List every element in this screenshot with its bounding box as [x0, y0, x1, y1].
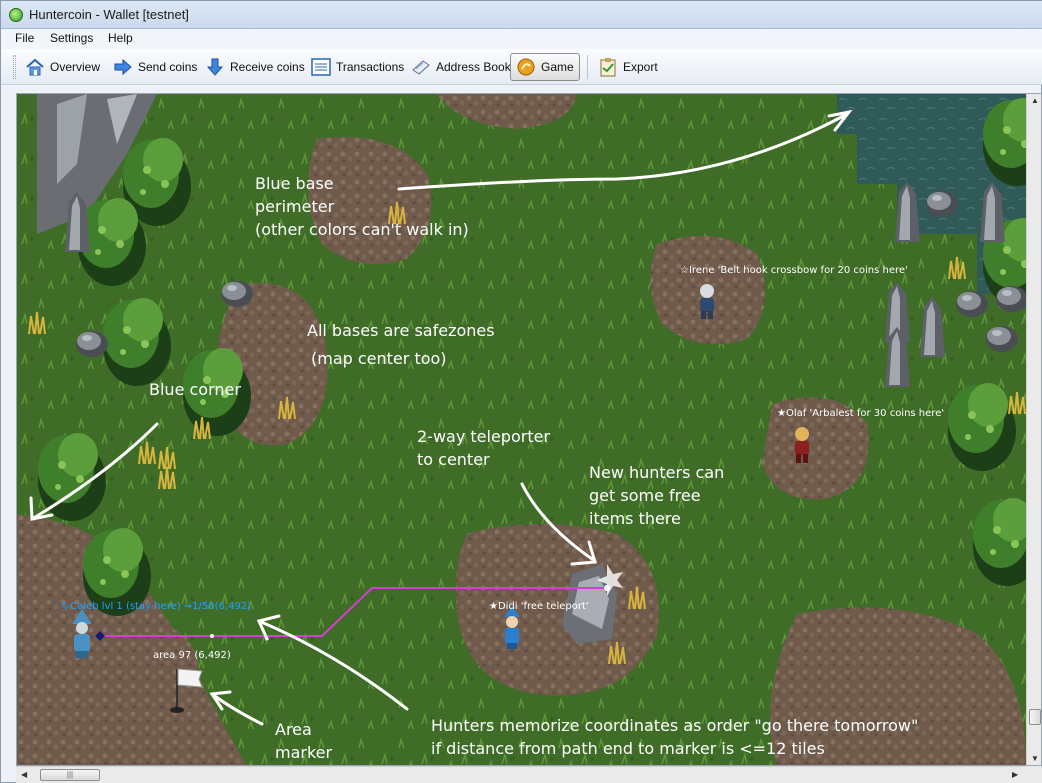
- annotation-safezones: All bases are safezones: [307, 321, 495, 340]
- send-coins-button[interactable]: Send coins: [108, 53, 202, 81]
- overview-label: Overview: [50, 60, 101, 74]
- address-book-button[interactable]: Address Book: [406, 53, 516, 81]
- horizontal-scroll-thumb[interactable]: |||: [40, 769, 100, 781]
- menu-help[interactable]: Help: [108, 31, 133, 45]
- player-label-didi[interactable]: ★Didi 'free teleport': [489, 601, 589, 612]
- scrollbar-corner: [1025, 766, 1042, 783]
- window-title: Huntercoin - Wallet [testnet]: [29, 7, 189, 22]
- toolbar-separator: [587, 55, 588, 79]
- export-button[interactable]: Export: [593, 53, 663, 81]
- annotation-free-items: New hunters can get some free items ther…: [589, 463, 725, 528]
- annotation-area-marker: Area marker: [275, 720, 333, 762]
- menu-file[interactable]: File: [15, 31, 34, 45]
- vertical-scrollbar[interactable]: ▲ ▼: [1026, 94, 1041, 765]
- menu-bar: File Settings Help: [1, 29, 1042, 49]
- send-coins-label: Send coins: [138, 60, 198, 74]
- game-map[interactable]: Blue base perimeter (other colors can't …: [17, 94, 1026, 765]
- vertical-scroll-thumb[interactable]: [1029, 709, 1041, 725]
- game-button[interactable]: Game: [510, 53, 580, 81]
- transactions-button[interactable]: Transactions: [306, 53, 409, 81]
- receive-coins-button[interactable]: Receive coins: [200, 53, 310, 81]
- overview-button[interactable]: Overview: [20, 53, 105, 81]
- list-icon: [311, 58, 331, 76]
- annotation-blue-base: Blue base perimeter (other colors can't …: [255, 174, 469, 239]
- area-marker-label: area 97 (6,492): [153, 650, 231, 661]
- address-book-icon: [412, 60, 430, 75]
- player-label-irene[interactable]: ☆Irene 'Belt hook crossbow for 20 coins …: [680, 265, 908, 276]
- transactions-label: Transactions: [336, 60, 405, 74]
- game-label: Game: [541, 60, 574, 74]
- scroll-right-arrow-icon[interactable]: ▶: [1012, 770, 1018, 779]
- receive-coins-label: Receive coins: [230, 60, 305, 74]
- scroll-left-arrow-icon[interactable]: ◀: [21, 770, 27, 779]
- scroll-down-arrow-icon[interactable]: ▼: [1031, 754, 1039, 763]
- huntercoin-game-icon: [517, 58, 535, 76]
- annotation-teleporter: 2-way teleporter to center: [417, 427, 551, 469]
- annotation-memorize: Hunters memorize coordinates as order "g…: [431, 716, 919, 758]
- horizontal-scrollbar[interactable]: ◀ ||| ▶: [16, 766, 1025, 783]
- export-label: Export: [623, 60, 658, 74]
- menu-settings[interactable]: Settings: [50, 31, 93, 45]
- annotation-blue-corner: Blue corner: [149, 380, 241, 399]
- game-map-view[interactable]: Blue base perimeter (other colors can't …: [16, 93, 1042, 766]
- toolbar: Overview Send coins Receive coins Transa…: [1, 49, 1042, 85]
- huntercoin-app-icon: [9, 8, 23, 22]
- title-bar: Huntercoin - Wallet [testnet]: [1, 1, 1042, 29]
- annotation-map-center: (map center too): [311, 349, 447, 368]
- home-icon: [26, 58, 44, 76]
- player-label-olaf[interactable]: ★Olaf 'Arbalest for 30 coins here': [777, 408, 944, 419]
- arrow-right-icon: [114, 58, 132, 76]
- toolbar-grip[interactable]: [13, 55, 16, 79]
- arrow-down-icon: [206, 58, 224, 76]
- scroll-up-arrow-icon[interactable]: ▲: [1031, 96, 1039, 105]
- player-label-caleb[interactable]: § Caleb lvl 1 (stay here) ⇒1/50(6,492): [62, 601, 251, 612]
- export-clipboard-icon: [600, 58, 616, 77]
- wallet-window: Huntercoin - Wallet [testnet] File Setti…: [0, 0, 1042, 783]
- address-book-label: Address Book: [436, 60, 511, 74]
